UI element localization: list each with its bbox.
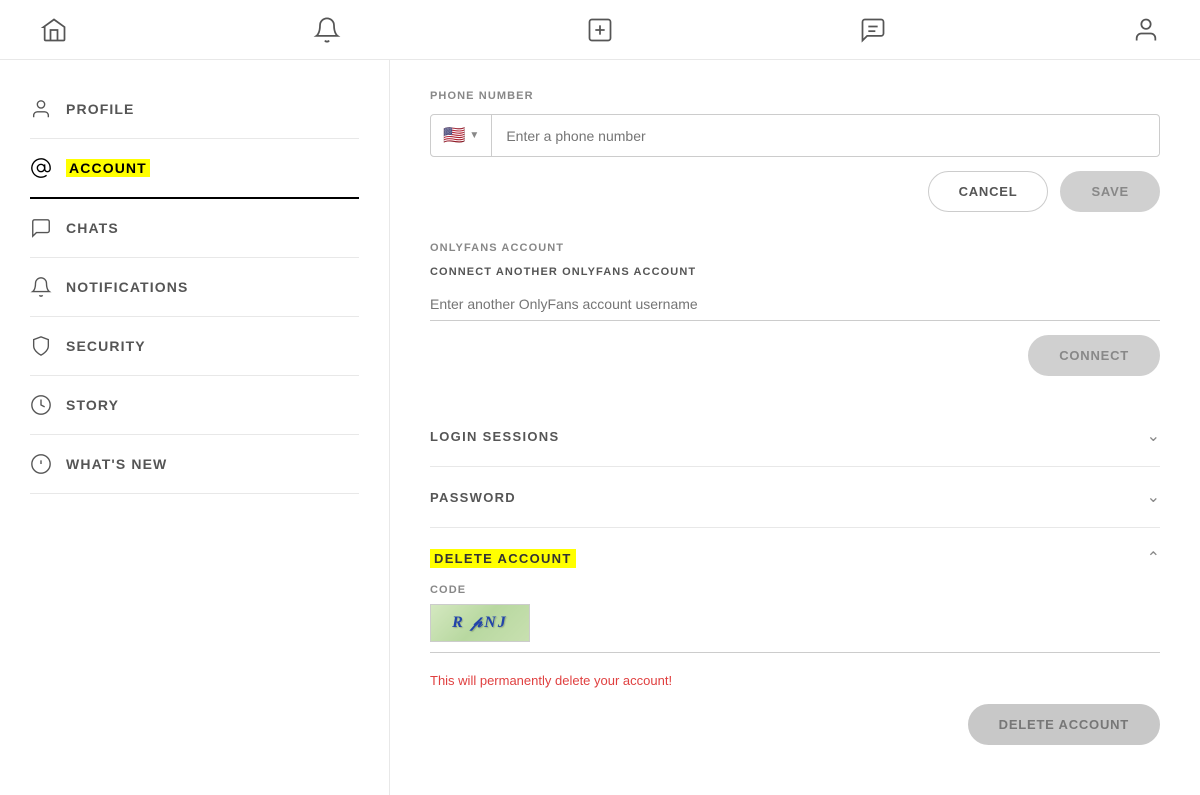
login-sessions-label: LOGIN SESSIONS: [430, 429, 559, 444]
code-divider: [430, 652, 1160, 653]
notifications-nav-icon[interactable]: [313, 16, 341, 44]
cancel-button[interactable]: CANCEL: [928, 171, 1049, 212]
phone-input-wrapper: 🇺🇸 ▼: [430, 114, 1160, 157]
sidebar-item-whats-new[interactable]: WHAT'S NEW: [30, 435, 359, 494]
delete-warning-text: This will permanently delete your accoun…: [430, 673, 1160, 688]
password-label: PASSWORD: [430, 490, 516, 505]
compose-nav-icon[interactable]: [586, 16, 614, 44]
phone-buttons-row: CANCEL SAVE: [430, 171, 1160, 212]
onlyfans-section: ONLYFANS ACCOUNT CONNECT ANOTHER ONLYFAN…: [430, 242, 1160, 376]
sidebar-item-story[interactable]: STORY: [30, 376, 359, 435]
sidebar: PROFILE ACCOUNT CHATS NOTIFICATIONS SECU…: [0, 60, 390, 795]
login-sessions-chevron-icon: ⌄: [1147, 426, 1160, 446]
chat-nav-icon[interactable]: [859, 16, 887, 44]
code-label: CODE: [430, 584, 1160, 596]
captcha-image: R 𝓅NJ: [430, 604, 530, 642]
sidebar-item-chats[interactable]: CHATS: [30, 199, 359, 258]
delete-account-title: DELETE ACCOUNT: [430, 549, 576, 568]
save-button[interactable]: SAVE: [1060, 171, 1160, 212]
delete-btn-row: DELETE ACCOUNT: [430, 704, 1160, 745]
sidebar-item-notifications-label: NOTIFICATIONS: [66, 279, 188, 295]
home-nav-icon[interactable]: [40, 16, 68, 44]
phone-section-label: PHONE NUMBER: [430, 90, 1160, 102]
sidebar-item-notifications[interactable]: NOTIFICATIONS: [30, 258, 359, 317]
sidebar-item-profile-label: PROFILE: [66, 101, 135, 117]
password-section: PASSWORD ⌄: [430, 467, 1160, 528]
delete-account-chevron-icon: ⌃: [1147, 548, 1160, 568]
sidebar-item-story-label: STORY: [66, 397, 119, 413]
password-header[interactable]: PASSWORD ⌄: [430, 467, 1160, 527]
onlyfans-username-input[interactable]: [430, 288, 1160, 321]
connect-btn-row: CONNECT: [430, 335, 1160, 376]
country-chevron-icon: ▼: [469, 130, 479, 141]
sidebar-item-security-label: SECURITY: [66, 338, 146, 354]
sidebar-item-profile[interactable]: PROFILE: [30, 80, 359, 139]
page-layout: PROFILE ACCOUNT CHATS NOTIFICATIONS SECU…: [0, 60, 1200, 795]
sidebar-item-chats-label: CHATS: [66, 220, 119, 236]
phone-input[interactable]: [492, 118, 1159, 154]
top-navigation: [0, 0, 1200, 60]
sidebar-item-account[interactable]: ACCOUNT: [30, 139, 359, 199]
captcha-code: R 𝓅NJ: [452, 614, 508, 632]
connect-button[interactable]: CONNECT: [1028, 335, 1160, 376]
delete-account-header[interactable]: DELETE ACCOUNT ⌃: [430, 548, 1160, 568]
login-sessions-header[interactable]: LOGIN SESSIONS ⌄: [430, 406, 1160, 466]
connect-another-label: CONNECT ANOTHER ONLYFANS ACCOUNT: [430, 266, 1160, 278]
onlyfans-section-label: ONLYFANS ACCOUNT: [430, 242, 1160, 254]
phone-number-section: PHONE NUMBER 🇺🇸 ▼ CANCEL SAVE: [430, 90, 1160, 212]
sidebar-item-security[interactable]: SECURITY: [30, 317, 359, 376]
main-content: PHONE NUMBER 🇺🇸 ▼ CANCEL SAVE ONLYFANS A…: [390, 60, 1200, 795]
password-chevron-icon: ⌄: [1147, 487, 1160, 507]
delete-account-button[interactable]: DELETE ACCOUNT: [968, 704, 1160, 745]
sidebar-item-account-label: ACCOUNT: [66, 160, 150, 176]
flag-icon: 🇺🇸: [443, 125, 465, 146]
country-selector[interactable]: 🇺🇸 ▼: [431, 115, 492, 156]
sidebar-item-whats-new-label: WHAT'S NEW: [66, 456, 167, 472]
profile-nav-icon[interactable]: [1132, 16, 1160, 44]
login-sessions-section: LOGIN SESSIONS ⌄: [430, 406, 1160, 467]
delete-account-section: DELETE ACCOUNT ⌃ CODE R 𝓅NJ This will pe…: [430, 528, 1160, 765]
